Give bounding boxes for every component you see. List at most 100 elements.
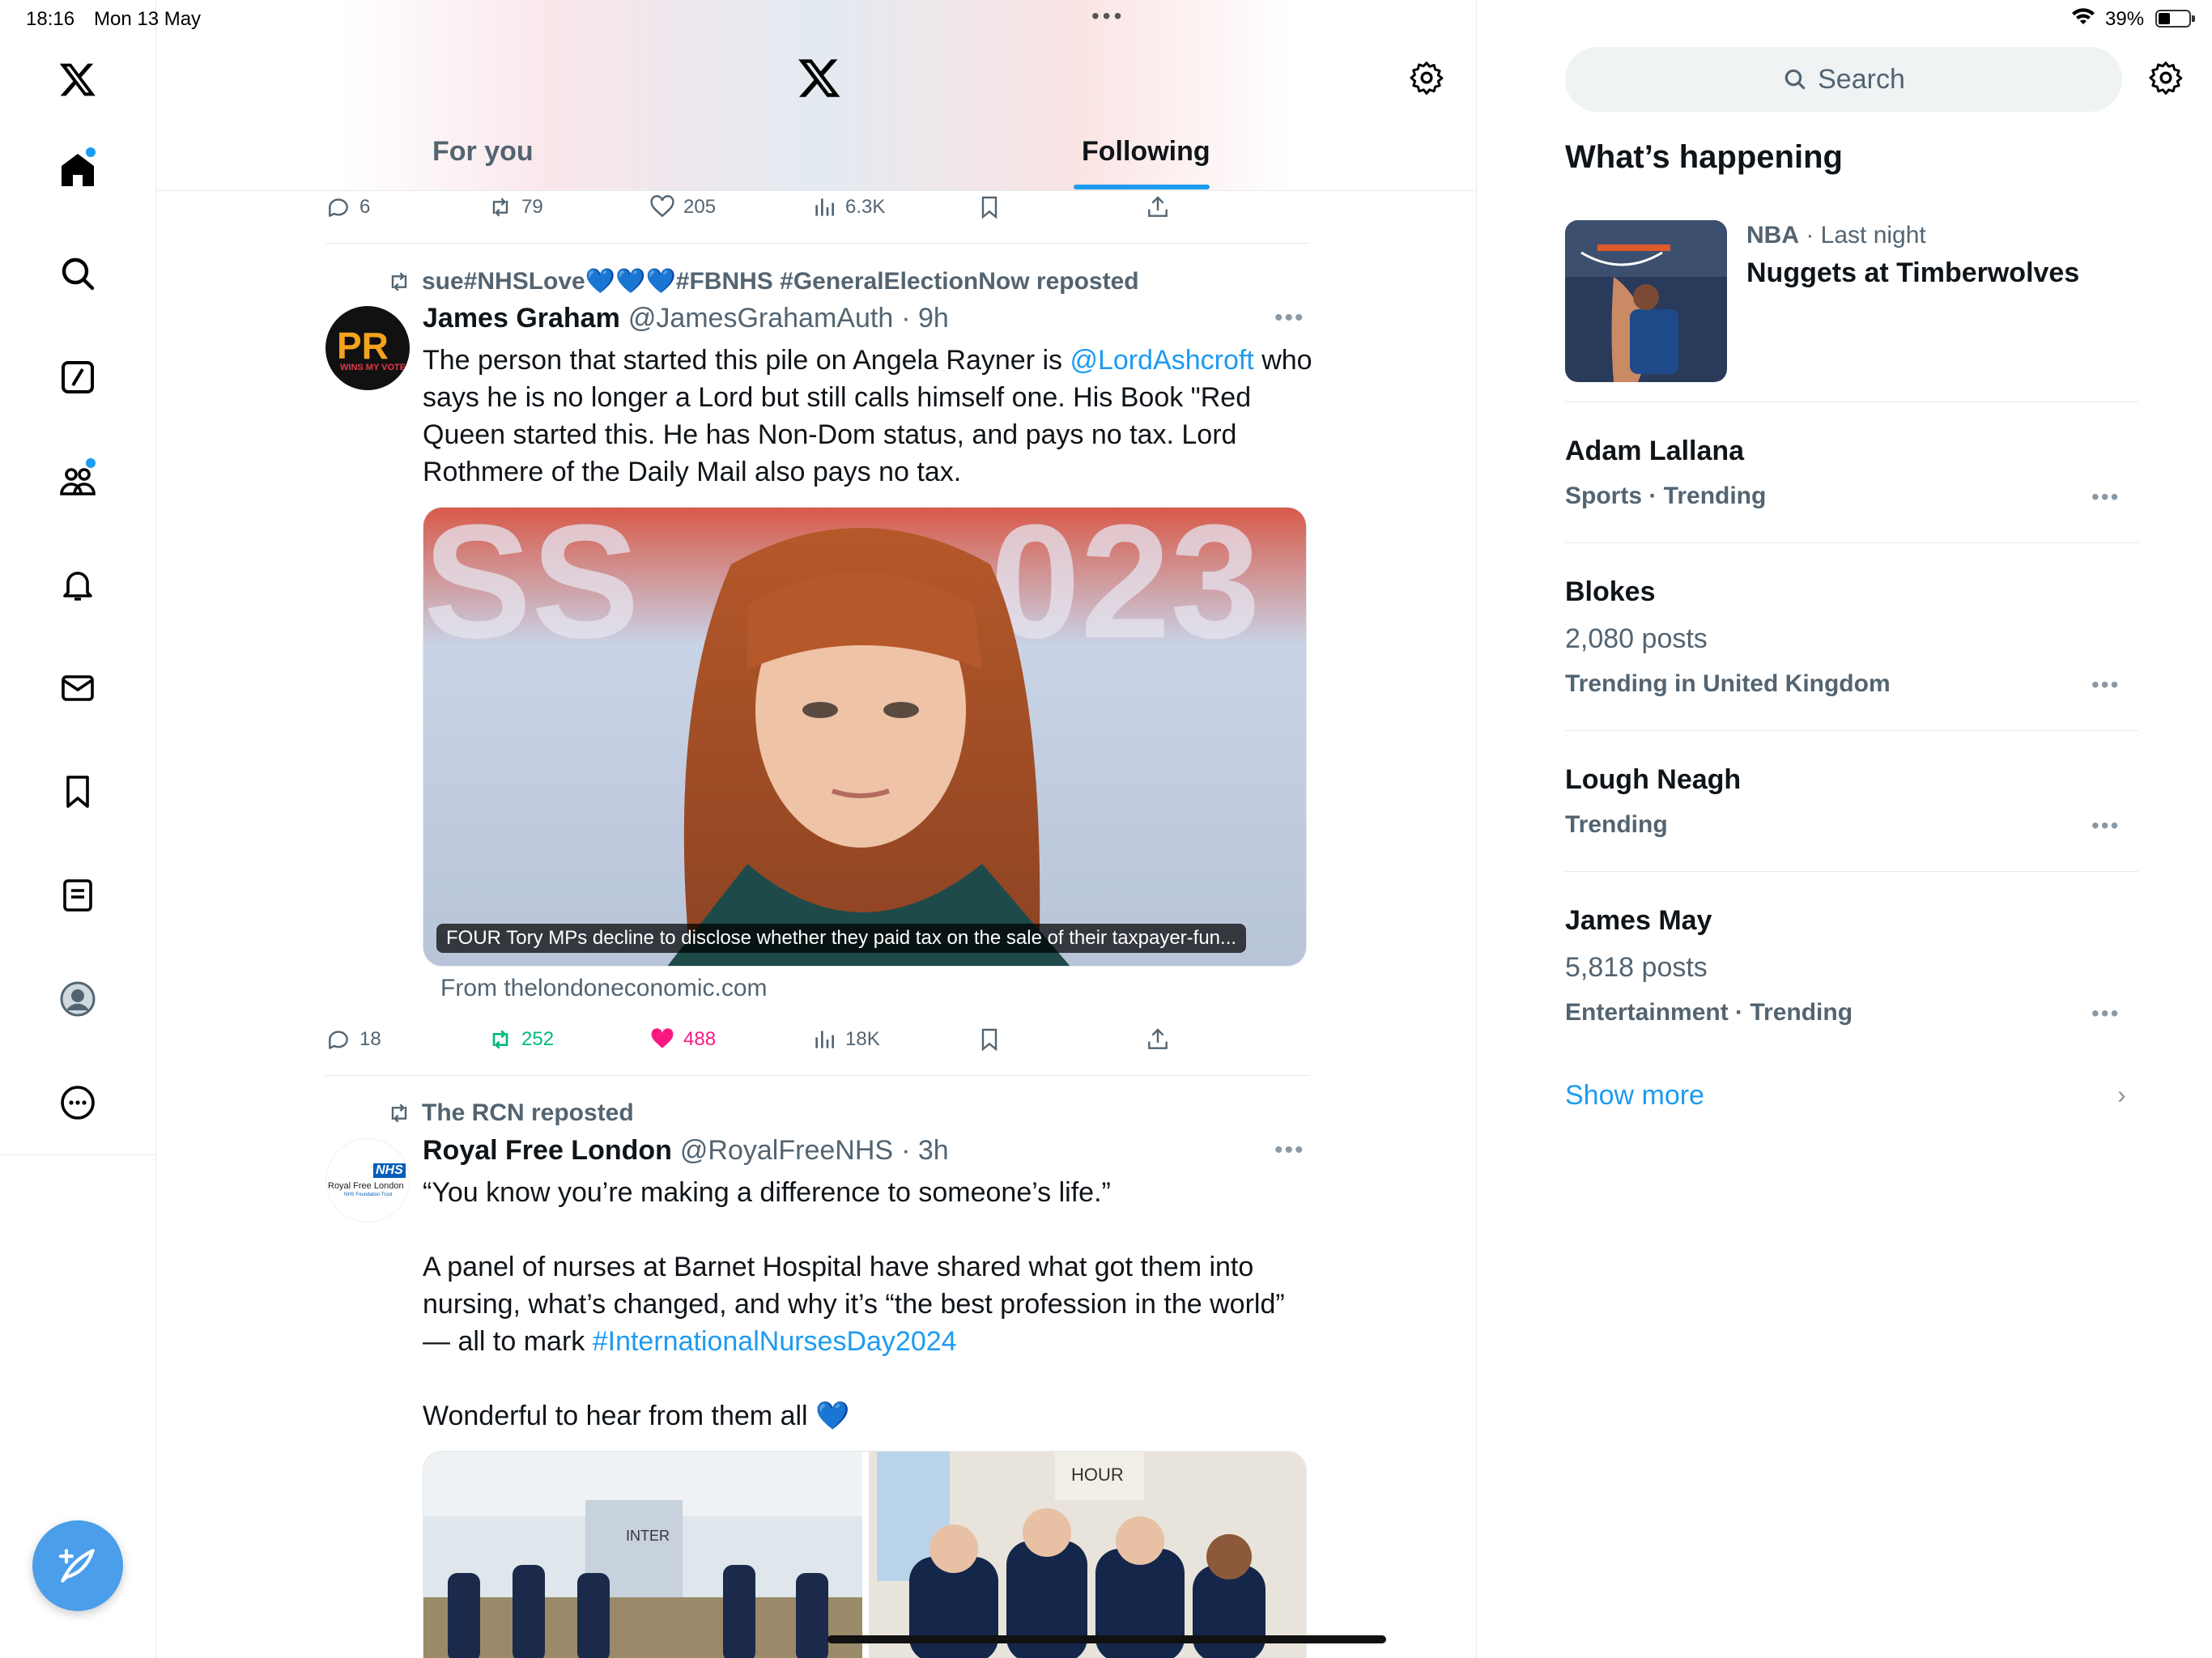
notifications-bell-icon[interactable] [49, 555, 107, 614]
avatar[interactable]: NHS Royal Free London NHS Foundation Tru… [325, 1138, 410, 1222]
tweet-time[interactable]: · 3h [901, 1135, 949, 1167]
trend-divider [1565, 730, 2138, 731]
search-icon [1784, 69, 1806, 90]
views-button[interactable]: 6.3K [811, 191, 885, 223]
basketball-dunk-photo [1565, 220, 1727, 382]
author-handle[interactable]: @RoyalFreeNHS [680, 1135, 893, 1167]
profile-avatar-icon[interactable] [49, 970, 107, 1028]
tweet-more-icon[interactable]: ••• [1274, 304, 1305, 332]
bookmark-icon [981, 196, 998, 219]
gear-icon[interactable] [1409, 60, 1444, 96]
compose-post-button[interactable] [32, 1520, 123, 1611]
chevron-right-icon: › [2117, 1080, 2126, 1109]
gear-icon[interactable] [2148, 60, 2184, 96]
avatar[interactable]: PR WINS MY VOTE! [325, 306, 410, 390]
svg-text:023: 023 [990, 508, 1261, 672]
trend-title[interactable]: Blokes [1565, 576, 1656, 608]
trend-title[interactable]: Nuggets at Timberwolves [1746, 257, 2079, 289]
reply-button[interactable]: 6 [325, 191, 370, 223]
more-options-icon[interactable] [49, 1073, 107, 1132]
trend-more-icon[interactable]: ••• [2091, 1001, 2120, 1027]
repost-icon [492, 1030, 508, 1049]
hashtag-link[interactable]: #InternationalNursesDay2024 [593, 1326, 957, 1357]
share-button[interactable] [1145, 1023, 1171, 1056]
tab-following[interactable]: Following [1082, 136, 1210, 168]
x-logo-icon[interactable] [797, 55, 842, 100]
repost-button[interactable]: 252 [487, 1023, 554, 1056]
author-handle[interactable]: @JamesGrahamAuth [628, 303, 893, 334]
tab-for-you[interactable]: For you [432, 136, 534, 168]
show-more-link[interactable]: Show more [1565, 1080, 1704, 1112]
trend-more-icon[interactable]: ••• [2091, 672, 2120, 698]
bookmark-icon [981, 1028, 998, 1052]
repost-context[interactable]: sue#NHSLove💙💙💙#FBNHS #GeneralElectionNow… [386, 267, 1139, 295]
messages-mail-icon[interactable] [49, 659, 107, 717]
trend-title[interactable]: James May [1565, 905, 1712, 937]
repost-count: 79 [521, 196, 543, 218]
feather-plus-icon [58, 1549, 95, 1583]
author-name[interactable]: James Graham [423, 303, 620, 334]
tweet-text-line3: Wonderful to hear from them all 💙 [423, 1401, 850, 1431]
trend-more-icon[interactable]: ••• [2091, 813, 2120, 839]
bookmark-button[interactable] [976, 1023, 1002, 1056]
like-button[interactable]: 205 [649, 191, 716, 223]
trend-category: Trending in United Kingdom [1565, 670, 1891, 697]
wifi-icon [2071, 6, 2095, 33]
angela-rayner-photo: SS 023 [423, 508, 1306, 966]
nurses-photos[interactable]: INTER HOUR [423, 1452, 1307, 1658]
trend-meta: NBA · Last night [1746, 222, 1926, 249]
repost-icon [492, 198, 508, 217]
grok-icon[interactable] [49, 348, 107, 406]
nav-divider [0, 1154, 156, 1155]
lists-icon[interactable] [49, 866, 107, 925]
views-count: 18K [845, 1028, 880, 1050]
trend-title[interactable]: Adam Lallana [1565, 436, 1744, 467]
author-name[interactable]: Royal Free London [423, 1135, 672, 1167]
repost-icon [391, 271, 407, 291]
link-card-image[interactable]: SS 023 FOUR Tory MPs decline to disclose… [423, 507, 1307, 967]
link-source[interactable]: From thelondoneconomic.com [440, 975, 768, 1002]
active-tab-indicator [1074, 185, 1210, 189]
trend-image[interactable] [1565, 220, 1727, 382]
tweet-actions: 18 252 488 18K [325, 1023, 1310, 1056]
reply-button[interactable]: 18 [325, 1023, 381, 1056]
status-bar: 18:16 Mon 13 May ••• 39% [0, 0, 2212, 39]
communities-icon[interactable] [49, 452, 107, 510]
svg-text:SS: SS [423, 508, 640, 672]
trend-divider [1565, 542, 2138, 543]
reply-icon [329, 198, 348, 217]
tweet-time[interactable]: · 9h [901, 303, 949, 334]
views-chart-icon [815, 1031, 834, 1048]
search-icon[interactable] [49, 244, 107, 303]
trend-divider [1565, 871, 2138, 872]
tweet-divider [325, 1075, 1310, 1076]
heart-icon [650, 195, 674, 218]
home-indicator[interactable] [827, 1635, 1386, 1643]
trend-title[interactable]: Lough Neagh [1565, 764, 1741, 796]
main-timeline: For you Following 6 79 205 6.3K sue#NHSL… [157, 0, 1477, 1658]
share-icon [1148, 196, 1168, 217]
share-button[interactable] [1145, 191, 1171, 223]
search-placeholder: Search [1818, 63, 1905, 95]
x-logo-icon[interactable] [49, 50, 107, 108]
trend-category: Trending [1565, 811, 1668, 838]
tweet-more-icon[interactable]: ••• [1274, 1137, 1305, 1164]
search-input[interactable]: Search [1565, 47, 2122, 112]
svg-text:INTER: INTER [626, 1528, 670, 1544]
home-icon[interactable] [49, 141, 107, 199]
like-count: 205 [683, 196, 717, 218]
views-button[interactable]: 18K [811, 1023, 880, 1056]
multitasking-dots-icon[interactable]: ••• [1091, 3, 1125, 29]
reply-icon [329, 1031, 348, 1049]
bookmark-button[interactable] [976, 191, 1002, 223]
repost-context-text: The RCN reposted [422, 1099, 634, 1126]
like-button[interactable]: 488 [649, 1023, 716, 1056]
trend-category: Entertainment · Trending [1565, 999, 1853, 1026]
repost-context[interactable]: The RCN reposted [386, 1099, 634, 1127]
mention-link[interactable]: @LordAshcroft [1070, 345, 1253, 376]
trend-more-icon[interactable]: ••• [2091, 484, 2120, 510]
bookmarks-icon[interactable] [49, 763, 107, 821]
repost-button[interactable]: 79 [487, 191, 543, 223]
tweet-text-line2: A panel of nurses at Barnet Hospital hav… [423, 1252, 1285, 1357]
views-chart-icon [815, 198, 834, 216]
